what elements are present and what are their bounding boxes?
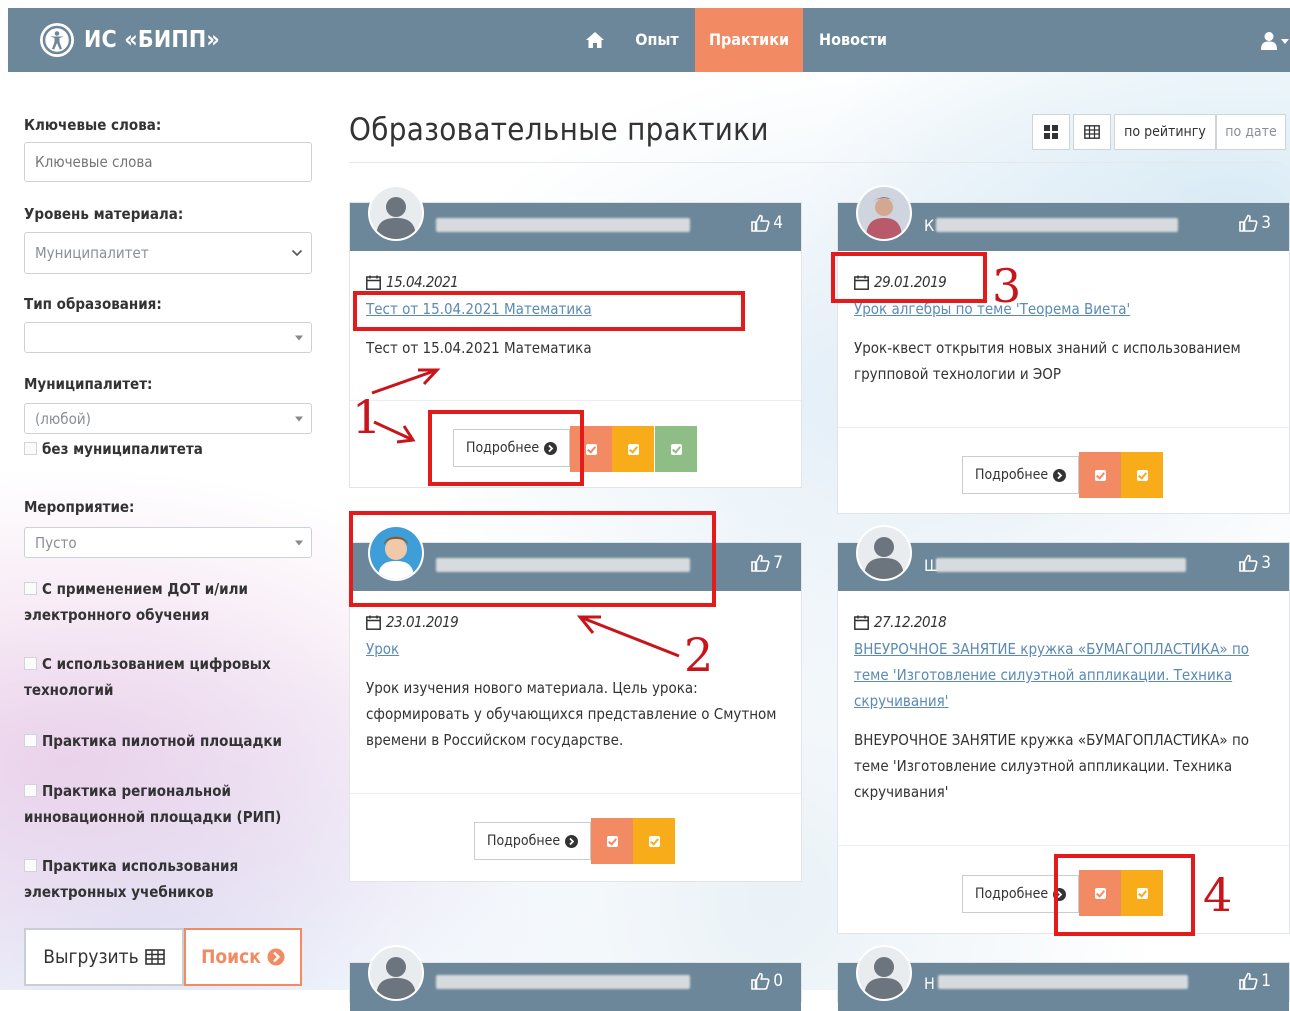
arrow-2 — [579, 615, 680, 658]
annotation-number-1: 1 — [352, 390, 382, 444]
annotation-number-3: 3 — [992, 259, 1022, 313]
annotation-number-2: 2 — [684, 628, 714, 682]
annotation-arrows — [371, 368, 680, 658]
annotation-number-4: 4 — [1203, 868, 1233, 922]
